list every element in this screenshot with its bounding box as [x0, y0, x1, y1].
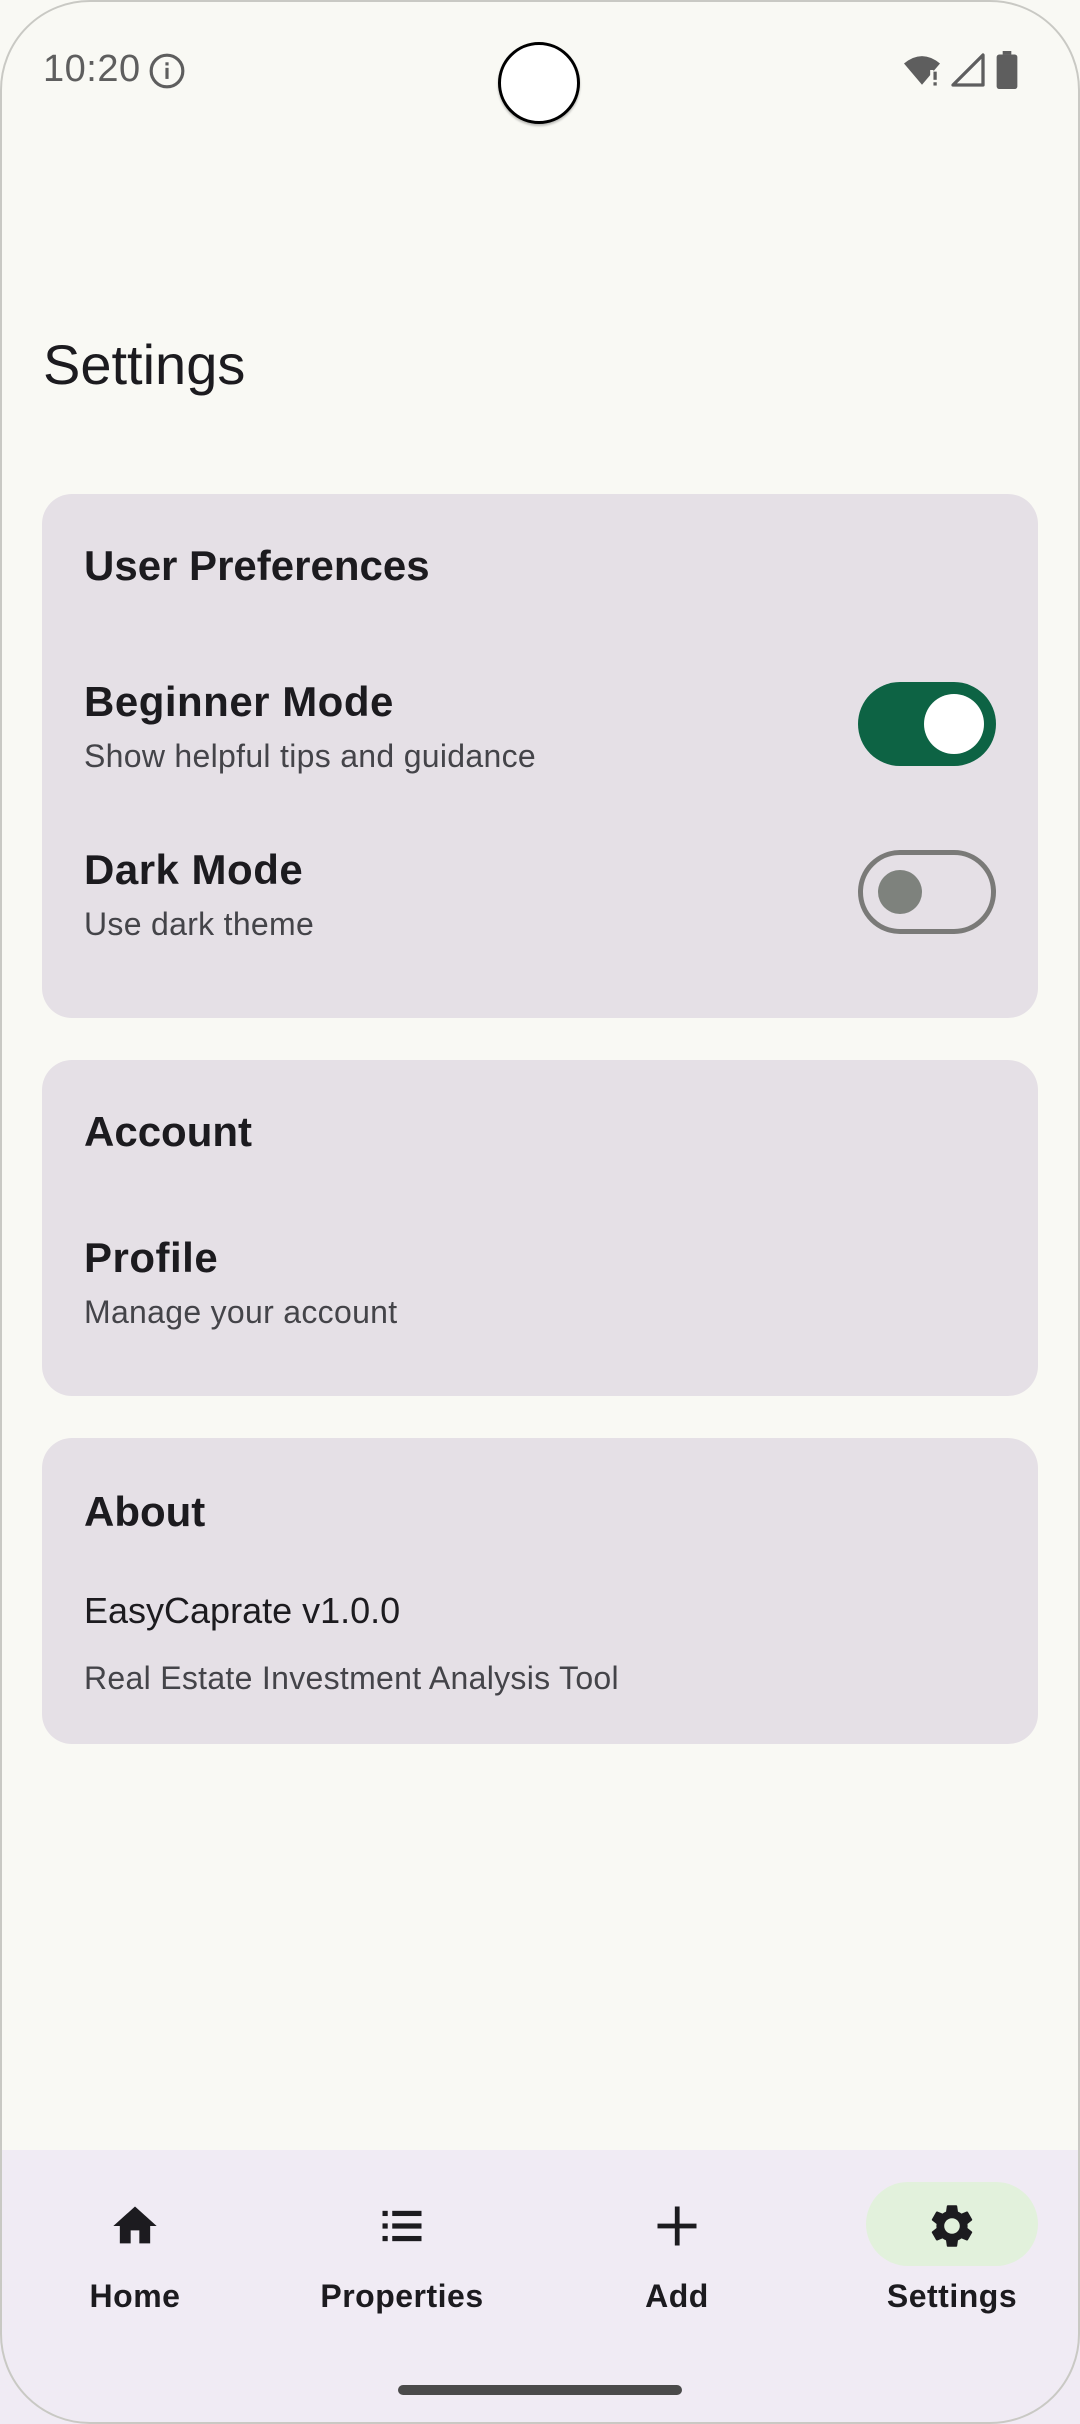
account-title: Account [84, 1108, 252, 1155]
dark-mode-switch[interactable] [858, 850, 996, 934]
nav-item-settings[interactable]: Settings [817, 2150, 1080, 2350]
user-preferences-card: User Preferences Beginner Mode Show help… [42, 494, 1038, 1018]
bottom-navigation: Home Properties Add Settings [0, 2150, 1080, 2424]
gesture-handle[interactable] [398, 2385, 682, 2395]
beginner-mode-title: Beginner Mode [84, 678, 394, 725]
status-icons [902, 50, 1020, 90]
status-bar: 10:20 [0, 0, 1080, 140]
beginner-mode-switch[interactable] [858, 682, 996, 766]
list-icon [382, 2210, 422, 2242]
nav-label-home: Home [89, 2278, 181, 2314]
battery-icon [996, 51, 1018, 89]
info-icon [149, 53, 185, 89]
profile-subtitle: Manage your account [84, 1294, 398, 1330]
nav-label-add: Add [645, 2278, 709, 2314]
plus-icon [657, 2206, 697, 2246]
dark-mode-subtitle: Use dark theme [84, 906, 315, 942]
gear-icon [931, 2205, 973, 2247]
nav-item-home[interactable]: Home [0, 2150, 270, 2350]
app-description: Real Estate Investment Analysis Tool [84, 1660, 619, 1696]
account-card: Account Profile Manage your account [42, 1060, 1038, 1396]
about-title: About [84, 1488, 206, 1535]
beginner-mode-subtitle: Show helpful tips and guidance [84, 738, 536, 774]
home-icon [113, 2206, 157, 2244]
nav-label-properties: Properties [320, 2278, 484, 2314]
app-version: EasyCaprate v1.0.0 [84, 1590, 401, 1631]
page-title: Settings [43, 333, 246, 396]
switch-thumb [924, 694, 984, 754]
nav-item-properties[interactable]: Properties [267, 2150, 537, 2350]
wifi-icon [904, 56, 940, 86]
nav-item-add[interactable]: Add [542, 2150, 812, 2350]
camera-cutout [498, 42, 580, 124]
profile-title: Profile [84, 1234, 219, 1281]
switch-thumb [878, 870, 922, 914]
user-preferences-title: User Preferences [84, 542, 430, 589]
signal-icon [951, 53, 985, 87]
nav-label-settings: Settings [886, 2278, 1018, 2314]
about-card: About EasyCaprate v1.0.0 Real Estate Inv… [42, 1438, 1038, 1744]
status-time: 10:20 [43, 48, 141, 90]
dark-mode-title: Dark Mode [84, 846, 304, 893]
